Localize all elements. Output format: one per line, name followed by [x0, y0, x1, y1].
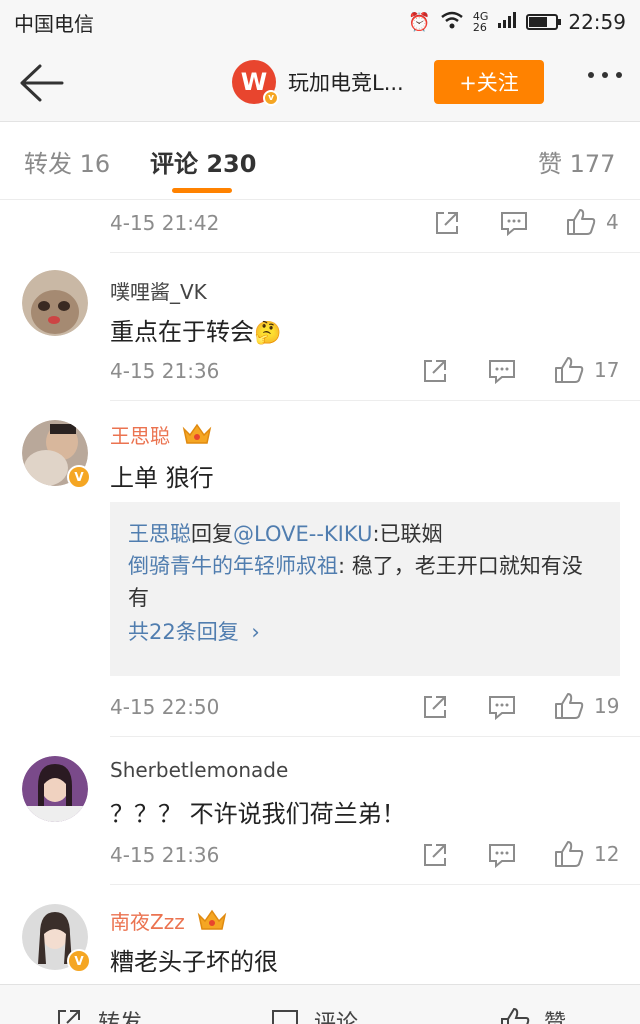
comment-icon[interactable] [488, 358, 516, 384]
reply-mention[interactable]: @LOVE--KIKU [233, 522, 372, 546]
account-header[interactable]: W v 玩加电竞L... [232, 60, 404, 106]
follow-button[interactable]: +关注 [434, 60, 544, 104]
like-count: 12 [594, 842, 620, 866]
more-options-icon[interactable] [588, 72, 622, 78]
comment-text: 上单 狼行 [110, 464, 214, 492]
reply-line: 王思聪回复@LOVE--KIKU:已联姻 [128, 522, 443, 546]
like-button[interactable]: 19 [554, 692, 619, 720]
avatar[interactable] [22, 270, 88, 336]
comment-button[interactable]: 评论 [270, 1005, 358, 1024]
share-icon[interactable] [422, 842, 448, 868]
carrier-label: 中国电信 [14, 11, 94, 36]
nav-bar: W v 玩加电竞L... +关注 [0, 44, 640, 122]
comment-username[interactable]: Sherbetlemonade [110, 758, 288, 782]
divider [110, 252, 640, 253]
thinking-emoji-icon: 🤔 [254, 321, 282, 346]
clock: 22:59 [568, 10, 626, 34]
share-icon[interactable] [422, 694, 448, 720]
reply-author[interactable]: 王思聪 [128, 522, 191, 546]
comment-username[interactable]: 南夜Zzz [110, 906, 227, 938]
alarm-icon: ⏰ [408, 11, 431, 33]
like-button[interactable]: 17 [554, 356, 619, 384]
like-count: 4 [606, 210, 619, 234]
comment-meta: 4-15 21:36 [110, 356, 630, 386]
comment-meta: 4-15 21:36 [110, 840, 630, 870]
bottom-action-bar: 转发 评论 赞 [0, 984, 640, 1024]
avatar[interactable]: V [22, 420, 91, 489]
crown-icon [197, 909, 227, 938]
signal-bars-icon [498, 11, 517, 33]
comment-meta: 4-15 22:50 [110, 692, 630, 722]
tab-comments[interactable]: 评论 230 [150, 144, 256, 179]
like-count: 19 [594, 694, 620, 718]
tab-indicator [172, 188, 232, 193]
divider [110, 400, 640, 401]
tab-bar: 转发 16 评论 230 赞 177 [0, 122, 640, 200]
comment-time: 4-15 22:50 [110, 695, 220, 719]
back-arrow-icon[interactable] [16, 62, 64, 104]
comment-time: 4-15 21:36 [110, 843, 220, 867]
tab-likes[interactable]: 赞 177 [538, 144, 615, 179]
verified-badge-icon: v [263, 90, 279, 106]
comment-time: 4-15 21:42 [110, 211, 220, 235]
battery-icon [526, 14, 562, 30]
like-bottom-button[interactable]: 赞 [500, 1005, 566, 1024]
comment-list: 4-15 21:42 4 噗哩酱_VK 重点在于转会🤔 4-15 21:36 1… [0, 200, 640, 984]
status-icons: ⏰ 4G 26 22:59 [408, 10, 626, 34]
reply-author[interactable]: 倒骑青牛的年轻师叔祖 [128, 554, 338, 578]
comment-icon[interactable] [488, 694, 516, 720]
divider [110, 736, 640, 737]
comment-username[interactable]: 王思聪 [110, 420, 212, 452]
reply-line: 倒骑青牛的年轻师叔祖: 稳了，老王开口就知有没有 [128, 554, 583, 610]
share-icon[interactable] [422, 358, 448, 384]
wifi-icon [441, 11, 463, 34]
verified-badge-icon: V [67, 465, 91, 489]
comment-time: 4-15 21:36 [110, 359, 220, 383]
crown-icon [182, 423, 212, 452]
chevron-right-icon: › [251, 620, 260, 644]
repost-button[interactable]: 转发 [56, 1005, 142, 1024]
like-button[interactable]: 4 [566, 208, 619, 236]
status-bar: 中国电信 ⏰ 4G 26 22:59 [0, 0, 640, 44]
account-name: 玩加电竞L... [288, 71, 404, 95]
comment-icon[interactable] [488, 842, 516, 868]
reply-preview-box[interactable]: 王思聪回复@LOVE--KIKU:已联姻 倒骑青牛的年轻师叔祖: 稳了，老王开口… [110, 502, 620, 676]
verified-badge-icon: V [67, 949, 91, 973]
like-button[interactable]: 12 [554, 840, 619, 868]
more-replies-link[interactable]: 共22条回复 › [128, 616, 602, 648]
account-logo: W v [232, 60, 279, 106]
comment-icon[interactable] [500, 210, 528, 236]
comment-text: 糟老头子坏的很 [110, 948, 278, 976]
signal-icon: 4G 26 [472, 10, 489, 34]
share-icon[interactable] [434, 210, 460, 236]
comment-text: 重点在于转会🤔 [110, 318, 282, 346]
divider [110, 884, 640, 885]
comment-meta: 4-15 21:42 [110, 208, 630, 238]
avatar[interactable] [22, 756, 88, 822]
avatar[interactable]: V [22, 904, 91, 973]
comment-text: ？？？ 不许说我们荷兰弟！ [110, 800, 406, 828]
comment-username[interactable]: 噗哩酱_VK [110, 276, 207, 305]
like-count: 17 [594, 358, 620, 382]
tab-repost[interactable]: 转发 16 [24, 144, 110, 179]
